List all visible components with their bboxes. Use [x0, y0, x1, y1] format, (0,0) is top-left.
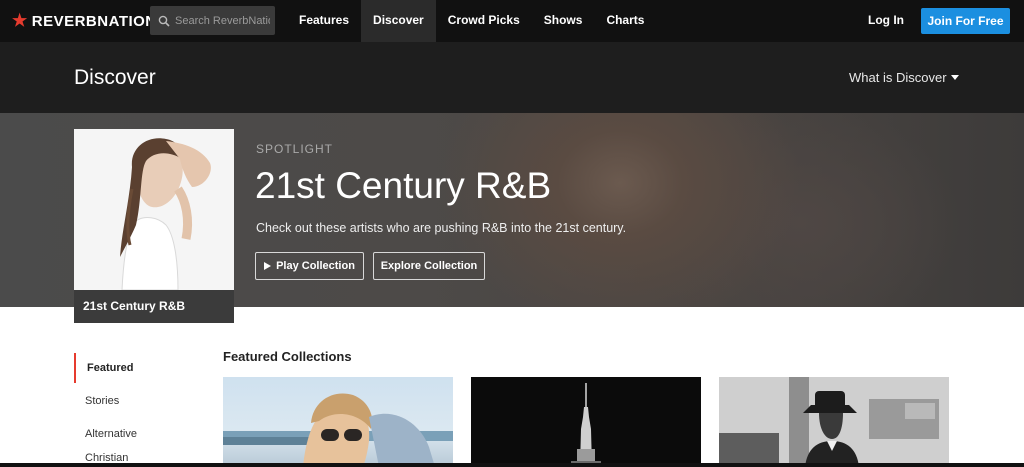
nav-item-shows[interactable]: Shows: [532, 0, 595, 42]
collection-card[interactable]: [719, 377, 949, 467]
what-is-discover-label: What is Discover: [849, 70, 947, 85]
play-collection-label: Play Collection: [276, 260, 355, 272]
collection-card[interactable]: [223, 377, 453, 467]
explore-collection-button[interactable]: Explore Collection: [373, 252, 485, 280]
bottom-edge-bar: [0, 463, 1024, 467]
spotlight-label: SPOTLIGHT: [256, 142, 334, 156]
reverbnation-logo[interactable]: ★ REVERBNATION®: [12, 11, 163, 31]
featured-collections-title: Featured Collections: [223, 349, 352, 364]
what-is-discover-dropdown[interactable]: What is Discover: [849, 70, 959, 85]
play-icon: [264, 262, 272, 270]
brand-name: REVERBNATION: [31, 12, 157, 30]
search-box[interactable]: [150, 6, 275, 35]
play-collection-button[interactable]: Play Collection: [255, 252, 364, 280]
star-icon: ★: [12, 11, 28, 30]
join-button[interactable]: Join For Free: [921, 8, 1010, 34]
nav-item-charts[interactable]: Charts: [594, 0, 656, 42]
search-icon: [158, 15, 170, 27]
cover-caption: 21st Century R&B: [74, 290, 234, 323]
login-link[interactable]: Log In: [868, 13, 904, 27]
collection-card[interactable]: [471, 377, 701, 467]
sidebar-item-stories[interactable]: Stories: [74, 386, 194, 416]
sidebar-item-alternative[interactable]: Alternative: [74, 419, 194, 449]
caret-down-icon: [950, 75, 959, 80]
nav-item-crowd-picks[interactable]: Crowd Picks: [436, 0, 532, 42]
collection-card-image: [223, 393, 453, 467]
discover-header: Discover What is Discover: [0, 42, 1024, 113]
collection-title: 21st Century R&B: [255, 165, 552, 206]
collection-card-image: [471, 377, 701, 467]
collection-cover[interactable]: 21st Century R&B: [74, 129, 234, 323]
cover-image: [74, 129, 234, 290]
page-title: Discover: [74, 66, 156, 89]
top-nav-bar: ★ REVERBNATION® Features Discover Crowd …: [0, 0, 1024, 42]
main-nav: Features Discover Crowd Picks Shows Char…: [287, 0, 656, 42]
sidebar-item-featured[interactable]: Featured: [74, 353, 194, 383]
nav-item-features[interactable]: Features: [287, 0, 361, 42]
nav-item-discover[interactable]: Discover: [361, 0, 436, 42]
collection-description: Check out these artists who are pushing …: [256, 221, 627, 235]
collection-card-image: [719, 377, 949, 467]
search-input[interactable]: [175, 14, 270, 27]
